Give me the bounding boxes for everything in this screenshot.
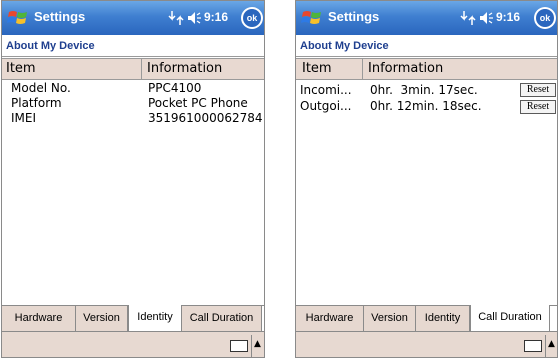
keyboard-icon[interactable]	[524, 340, 542, 352]
clock[interactable]: 9:16	[496, 10, 520, 24]
settings-screen-call-duration: Settings 9:16 ok About My Device Item In…	[295, 0, 558, 358]
title-bar: Settings 9:16 ok	[296, 1, 557, 35]
tab-call-duration[interactable]: Call Duration	[470, 305, 550, 331]
connectivity-icon[interactable]	[460, 9, 476, 27]
tab-identity[interactable]: Identity	[128, 305, 182, 331]
settings-screen-identity: Settings 9:16 ok About My Device Item In…	[1, 0, 265, 358]
row-item: Model No.	[11, 81, 71, 95]
command-bar: ▲	[2, 331, 264, 357]
table-header: Item Information	[2, 58, 264, 80]
tab-strip: Hardware Version Identity Call Duration	[2, 305, 264, 331]
row-item: Incomi...	[300, 83, 352, 97]
ok-button[interactable]: ok	[241, 7, 263, 29]
row-item: Platform	[11, 96, 62, 110]
tab-version[interactable]: Version	[76, 306, 128, 331]
table-row[interactable]: IMEI 351961000062784	[2, 111, 264, 126]
row-information: 351961000062784	[148, 111, 263, 125]
tab-strip: Hardware Version Identity Call Duration	[296, 305, 557, 331]
column-header-information[interactable]: Information	[147, 61, 222, 76]
window-title: Settings	[34, 9, 86, 24]
tab-call-duration[interactable]: Call Duration	[182, 306, 262, 331]
column-divider[interactable]	[362, 59, 363, 80]
table-row[interactable]: Platform Pocket PC Phone	[2, 96, 264, 111]
ok-button-label: ok	[243, 9, 261, 27]
connectivity-icon[interactable]	[168, 9, 184, 27]
page-heading: About My Device	[2, 35, 264, 57]
row-information: Pocket PC Phone	[148, 96, 248, 110]
command-bar: ▲	[296, 331, 557, 357]
windows-start-icon[interactable]	[300, 6, 324, 30]
row-information: 0hr. 3min. 17sec.	[370, 83, 478, 97]
tab-hardware[interactable]: Hardware	[2, 306, 76, 331]
page-heading: About My Device	[296, 35, 557, 57]
input-menu-arrow-icon[interactable]: ▲	[251, 335, 263, 357]
tab-hardware[interactable]: Hardware	[296, 306, 364, 331]
table-header: Item Information	[296, 58, 557, 80]
ok-button[interactable]: ok	[534, 7, 556, 29]
input-menu-arrow-icon[interactable]: ▲	[545, 335, 557, 357]
row-item: IMEI	[11, 111, 37, 125]
keyboard-icon[interactable]	[230, 340, 248, 352]
column-divider[interactable]	[141, 59, 142, 80]
volume-icon[interactable]	[186, 10, 202, 26]
tab-identity[interactable]: Identity	[416, 306, 470, 331]
title-bar: Settings 9:16 ok	[2, 1, 264, 35]
tab-version[interactable]: Version	[364, 306, 416, 331]
info-list: Model No. PPC4100 Platform Pocket PC Pho…	[2, 81, 264, 126]
column-header-item[interactable]: Item	[6, 61, 36, 76]
windows-start-icon[interactable]	[6, 6, 30, 30]
call-duration-list: Incomi... 0hr. 3min. 17sec. Reset Outgoi…	[296, 81, 557, 115]
table-row[interactable]: Model No. PPC4100	[2, 81, 264, 96]
reset-outgoing-button[interactable]: Reset	[520, 100, 556, 114]
row-information: PPC4100	[148, 81, 202, 95]
ok-button-label: ok	[536, 9, 554, 27]
column-header-item[interactable]: Item	[302, 61, 332, 76]
window-title: Settings	[328, 9, 380, 24]
table-row[interactable]: Incomi... 0hr. 3min. 17sec. Reset	[296, 81, 557, 99]
clock[interactable]: 9:16	[204, 10, 228, 24]
table-row[interactable]: Outgoi... 0hr. 12min. 18sec. Reset	[296, 99, 557, 115]
volume-icon[interactable]	[478, 10, 494, 26]
column-header-information[interactable]: Information	[368, 61, 443, 76]
row-item: Outgoi...	[300, 99, 352, 113]
row-information: 0hr. 12min. 18sec.	[370, 99, 482, 113]
reset-incoming-button[interactable]: Reset	[520, 83, 556, 97]
